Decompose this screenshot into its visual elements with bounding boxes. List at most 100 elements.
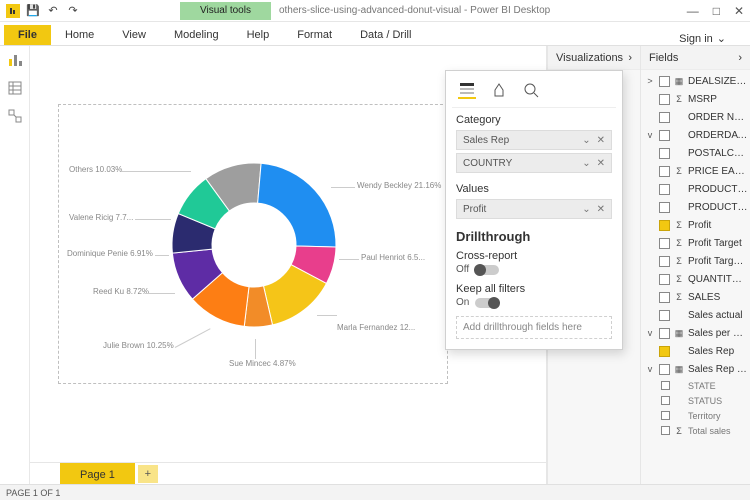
field-checkbox[interactable]: [661, 426, 670, 435]
field-checkbox[interactable]: [659, 76, 670, 87]
expand-icon[interactable]: v: [645, 364, 655, 374]
field-checkbox[interactable]: [659, 130, 670, 141]
tab-help[interactable]: Help: [233, 25, 284, 45]
section-category: Category: [456, 114, 612, 126]
tab-home[interactable]: Home: [51, 25, 108, 45]
field-checkbox[interactable]: [661, 411, 670, 420]
sigma-icon: Σ: [674, 256, 684, 266]
field-checkbox[interactable]: [659, 256, 670, 267]
model-view-icon[interactable]: [7, 108, 23, 124]
field-row[interactable]: v▦Sales Rep perf.: [643, 360, 748, 378]
fields-pane-header[interactable]: Fields ›: [641, 46, 750, 70]
well-country[interactable]: COUNTRY⌄✕: [456, 153, 612, 173]
field-checkbox[interactable]: [659, 238, 670, 249]
field-checkbox[interactable]: [659, 184, 670, 195]
field-checkbox[interactable]: [659, 274, 670, 285]
page-tab-1[interactable]: Page 1: [60, 463, 135, 484]
minimize-icon[interactable]: —: [687, 4, 699, 18]
redo-icon[interactable]: ↷: [66, 4, 80, 17]
field-row[interactable]: Sales actual: [643, 306, 748, 324]
donut-slice[interactable]: [258, 163, 336, 247]
tab-view[interactable]: View: [108, 25, 160, 45]
remove-icon[interactable]: ✕: [597, 204, 605, 215]
add-drillthrough-well[interactable]: Add drillthrough fields here: [456, 316, 612, 339]
field-row[interactable]: Sales Rep: [643, 342, 748, 360]
expand-icon[interactable]: v: [645, 328, 655, 338]
field-row[interactable]: v ▦ Sales per product: [643, 324, 748, 342]
sigma-icon: Σ: [674, 238, 684, 248]
tab-file[interactable]: File: [4, 25, 51, 45]
field-name: Profit: [688, 220, 748, 231]
field-checkbox[interactable]: [659, 292, 670, 303]
field-row[interactable]: vORDERDATE: [643, 126, 748, 144]
field-checkbox[interactable]: [659, 310, 670, 321]
field-checkbox[interactable]: [659, 202, 670, 213]
field-checkbox[interactable]: [661, 381, 670, 390]
remove-icon[interactable]: ✕: [597, 158, 605, 169]
field-checkbox[interactable]: [659, 220, 670, 231]
leader-line: [255, 339, 256, 359]
fields-tab-icon[interactable]: [458, 81, 476, 99]
analytics-tab-icon[interactable]: [522, 81, 540, 99]
field-checkbox[interactable]: [661, 396, 670, 405]
tab-modeling[interactable]: Modeling: [160, 25, 233, 45]
field-checkbox[interactable]: [659, 148, 670, 159]
chevron-down-icon[interactable]: ⌄: [582, 204, 590, 215]
field-row[interactable]: ΣProfit Target %: [643, 252, 748, 270]
undo-icon[interactable]: ↶: [46, 4, 60, 17]
expand-icon[interactable]: v: [645, 130, 655, 140]
field-checkbox[interactable]: [659, 364, 670, 375]
field-name: Territory: [688, 411, 748, 421]
keep-filters-toggle[interactable]: [475, 298, 499, 308]
field-row[interactable]: Σ Profit: [643, 216, 748, 234]
sign-in-button[interactable]: Sign in⌄: [679, 32, 750, 45]
save-icon[interactable]: 💾: [26, 4, 40, 17]
field-row[interactable]: ΣProfit Target: [643, 234, 748, 252]
field-checkbox[interactable]: [659, 166, 670, 177]
field-checkbox[interactable]: [659, 94, 670, 105]
report-view-icon[interactable]: [7, 52, 23, 68]
section-values: Values: [456, 183, 612, 195]
add-page-button[interactable]: +: [138, 465, 158, 483]
expand-icon[interactable]: >: [645, 76, 655, 86]
field-row[interactable]: STATE: [643, 378, 748, 393]
field-checkbox[interactable]: [659, 112, 670, 123]
field-row[interactable]: PRODUCTLINE: [643, 198, 748, 216]
field-row[interactable]: ΣSALES: [643, 288, 748, 306]
cross-report-toggle[interactable]: [475, 265, 499, 275]
field-row[interactable]: STATUS: [643, 393, 748, 408]
close-icon[interactable]: ✕: [734, 4, 744, 18]
visualizations-pane-header[interactable]: Visualizations ›: [548, 46, 640, 70]
well-profit[interactable]: Profit⌄✕: [456, 199, 612, 219]
fields-list[interactable]: >▦DEALSIZE Hierar...ΣMSRPORDER NUMBERvOR…: [641, 70, 750, 440]
remove-icon[interactable]: ✕: [597, 135, 605, 146]
field-row[interactable]: ΣQUANTITY ORDE...: [643, 270, 748, 288]
data-view-icon[interactable]: [7, 80, 23, 96]
chevron-down-icon[interactable]: ⌄: [582, 158, 590, 169]
maximize-icon[interactable]: □: [713, 4, 720, 18]
sigma-icon: Σ: [674, 426, 684, 436]
field-name: Sales Rep perf.: [688, 364, 748, 375]
field-row[interactable]: ΣMSRP: [643, 90, 748, 108]
slice-label: Valene Ricig 7.7...: [69, 213, 133, 222]
field-name: Sales per product: [688, 328, 748, 339]
field-row[interactable]: ΣPRICE EACH: [643, 162, 748, 180]
field-checkbox[interactable]: [659, 346, 670, 357]
field-row[interactable]: POSTALCODE: [643, 144, 748, 162]
format-tab-icon[interactable]: [490, 81, 508, 99]
field-row[interactable]: PRODUCTCODE: [643, 180, 748, 198]
visual-frame[interactable]: Others 10.03% Valene Ricig 7.7... Domini…: [58, 104, 448, 384]
tab-format[interactable]: Format: [283, 25, 346, 45]
chevron-down-icon[interactable]: ⌄: [582, 135, 590, 146]
field-row[interactable]: Territory: [643, 408, 748, 423]
sigma-icon: Σ: [674, 220, 684, 230]
well-sales-rep[interactable]: Sales Rep⌄✕: [456, 130, 612, 150]
table-icon: ▦: [674, 328, 684, 339]
field-row[interactable]: ORDER NUMBER: [643, 108, 748, 126]
field-row[interactable]: ΣTotal sales: [643, 423, 748, 438]
format-card[interactable]: Category Sales Rep⌄✕ COUNTRY⌄✕ Values Pr…: [445, 70, 623, 350]
tab-data-drill[interactable]: Data / Drill: [346, 25, 425, 45]
main-area: Others 10.03% Valene Ricig 7.7... Domini…: [0, 46, 750, 484]
field-checkbox[interactable]: [659, 328, 670, 339]
field-row[interactable]: >▦DEALSIZE Hierar...: [643, 72, 748, 90]
